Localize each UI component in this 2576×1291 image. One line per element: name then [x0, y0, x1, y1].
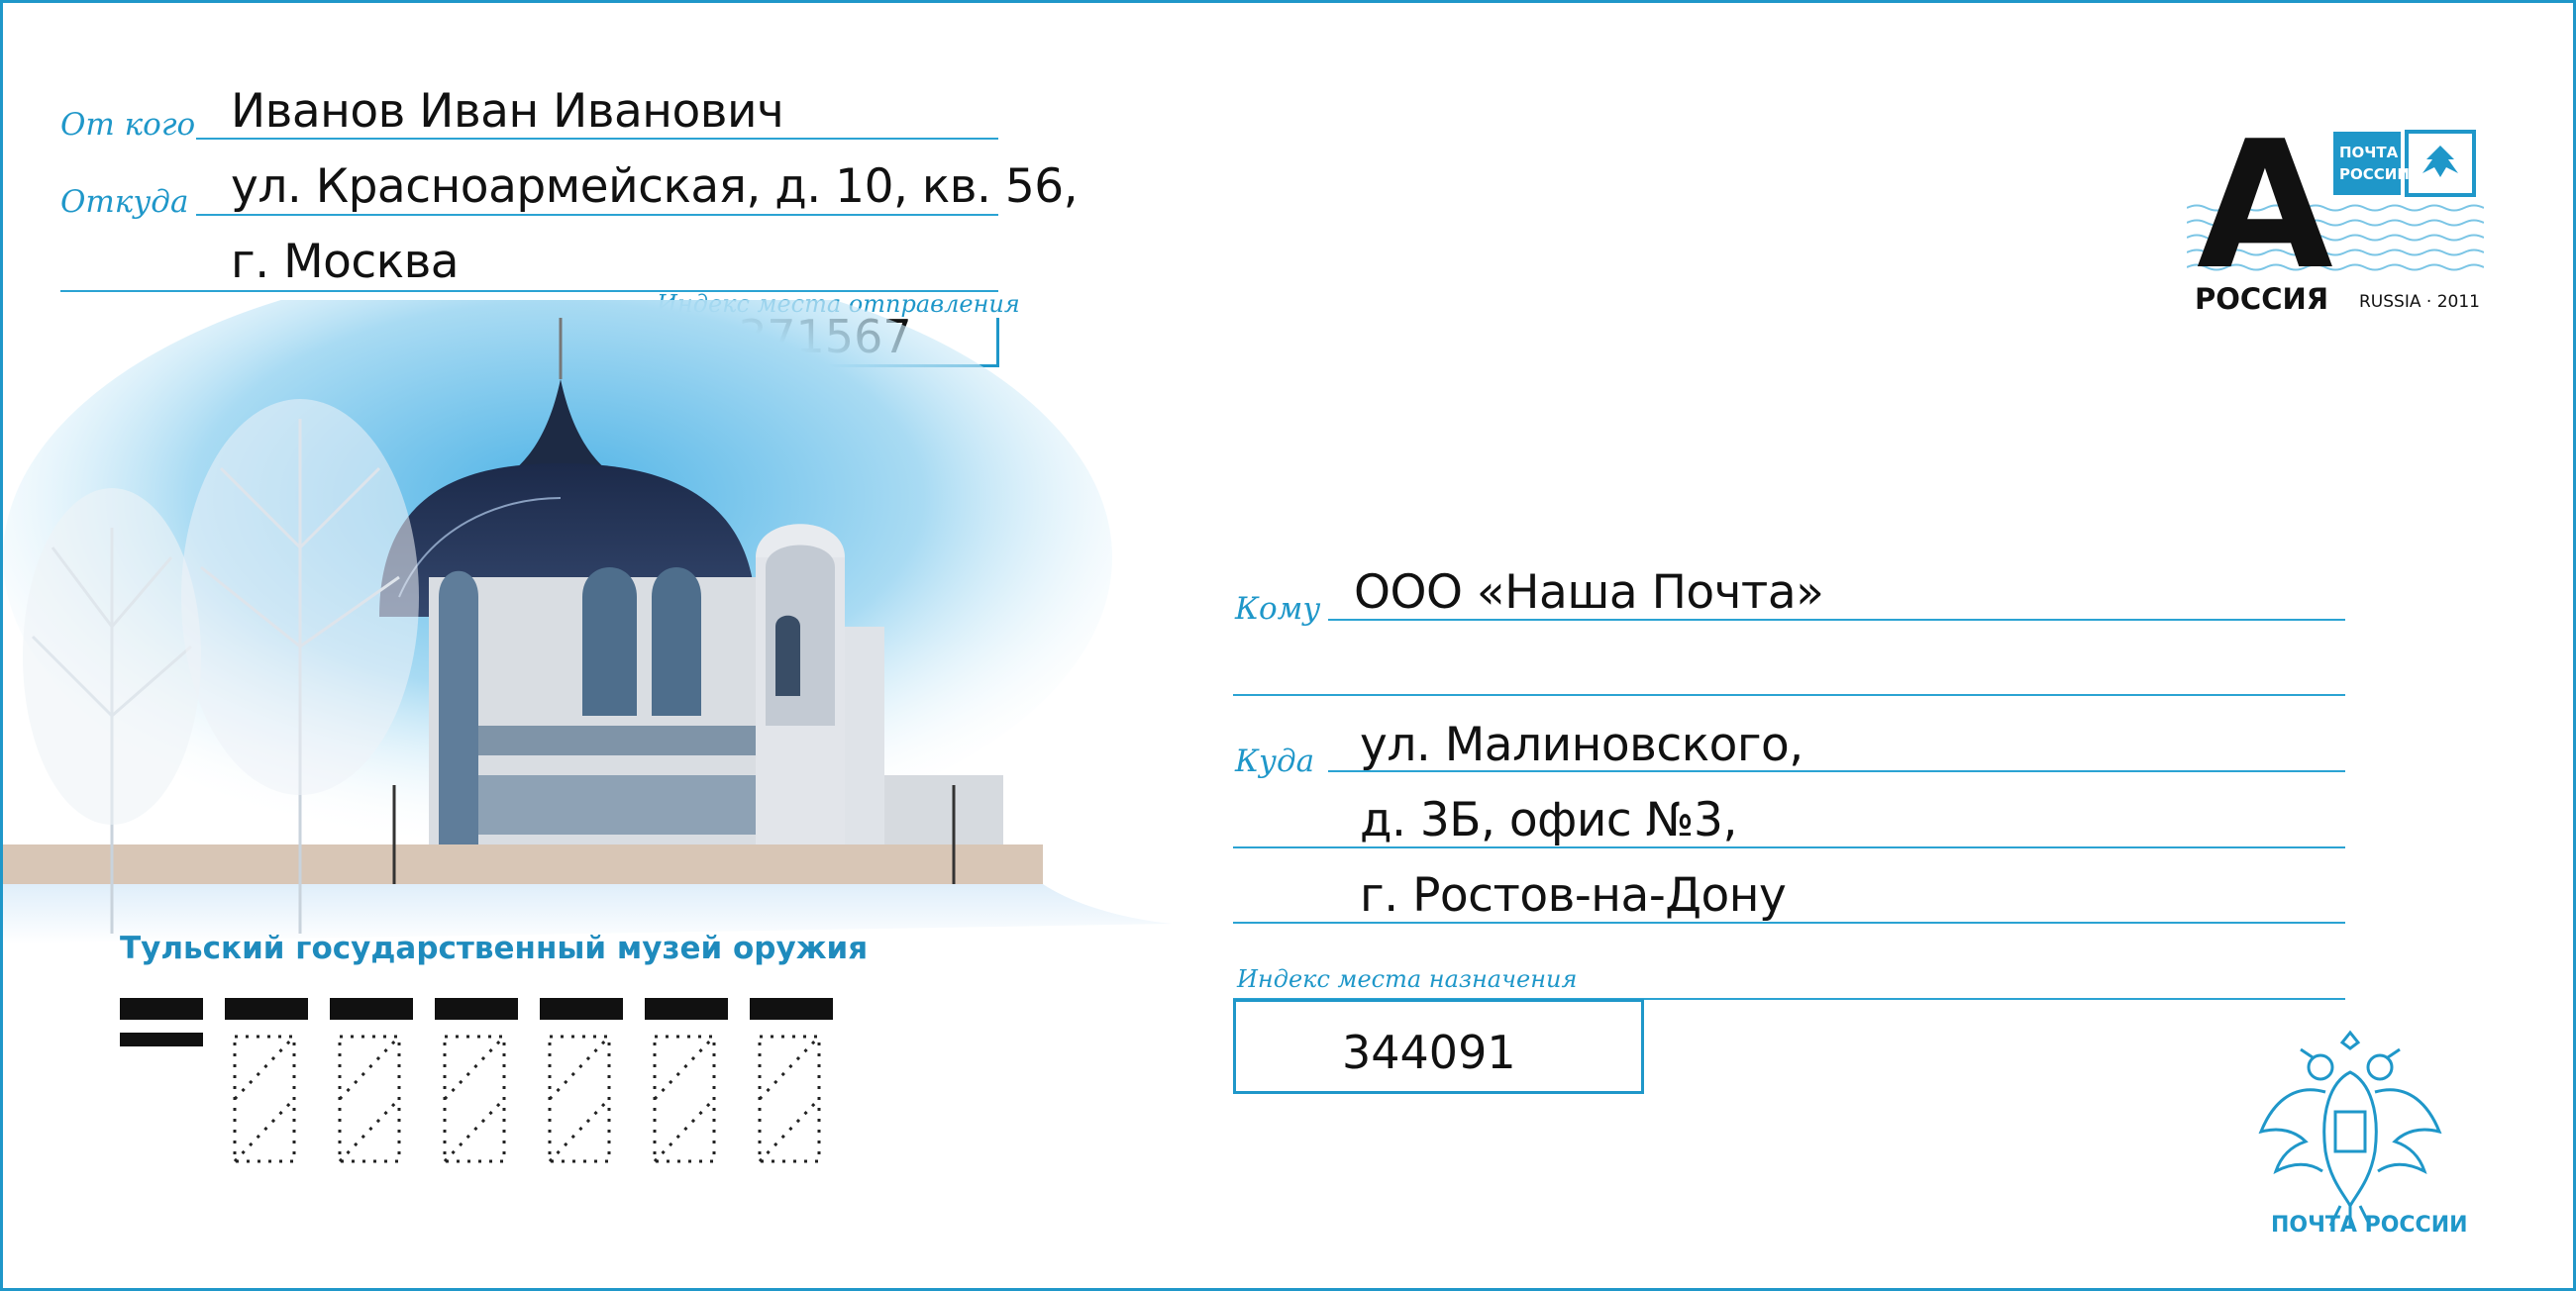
recipient-name-field[interactable]: ООО «Наша Почта» — [1354, 565, 1824, 620]
sender-name-line — [196, 138, 998, 140]
sender-address-line1-rule — [196, 214, 998, 216]
code-bar — [120, 998, 203, 1020]
where-from-label: Откуда — [60, 184, 189, 220]
museum-caption: Тульский государственный музей оружия — [120, 931, 869, 966]
index-digit-stencils — [233, 1035, 821, 1163]
stamp-country: РОССИЯ — [2195, 282, 2329, 316]
code-bar — [330, 998, 413, 1020]
recipient-address-line2-field[interactable]: д. 3Б, офис №3, — [1360, 793, 1737, 847]
code-bar — [540, 998, 623, 1020]
recipient-name-rule — [1328, 619, 2345, 621]
sender-name-field[interactable]: Иванов Иван Иванович — [231, 84, 784, 139]
recipient-address-line1-rule — [1328, 770, 2345, 772]
to-label: Кому — [1235, 591, 1321, 627]
where-to-label: Куда — [1235, 744, 1315, 779]
recipient-address-line2-rule — [1233, 846, 2345, 848]
museum-photo — [3, 300, 1172, 943]
double-headed-eagle-icon — [2258, 1030, 2442, 1228]
code-bar — [225, 998, 308, 1020]
stamp-logo-line2: РОССИИ — [2339, 165, 2410, 183]
code-bar — [120, 1033, 203, 1046]
stamp-logo-line1: ПОЧТА — [2339, 144, 2399, 161]
stamp-letter: А — [2197, 103, 2333, 308]
emblem-caption: ПОЧТА РОССИИ — [2271, 1213, 2468, 1238]
recipient-index-value: 344091 — [1342, 1026, 1516, 1079]
stamp-issue: RUSSIA · 2011 — [2359, 292, 2480, 312]
postage-stamp: А ПОЧТА РОССИИ РОССИЯ RUSSIA · 2011 — [2186, 118, 2485, 322]
sender-address-line2-field[interactable]: г. Москва — [231, 235, 460, 289]
recipient-index-label: Индекс места назначения — [1237, 965, 1578, 993]
from-label: От кого — [60, 107, 196, 143]
sender-address-line1-field[interactable]: ул. Красноармейская, д. 10, кв. 56, — [231, 159, 1079, 214]
code-bar — [750, 998, 833, 1020]
recipient-extra-rule — [1233, 694, 2345, 696]
recipient-address-line1-field[interactable]: ул. Малиновского, — [1360, 718, 1803, 772]
recipient-address-line3-rule — [1233, 922, 2345, 924]
recipient-address-line3-field[interactable]: г. Ростов-на-Дону — [1360, 868, 1787, 923]
code-bar — [645, 998, 728, 1020]
code-bar — [435, 998, 518, 1020]
envelope: От кого Иванов Иван Иванович Откуда ул. … — [0, 0, 2576, 1291]
